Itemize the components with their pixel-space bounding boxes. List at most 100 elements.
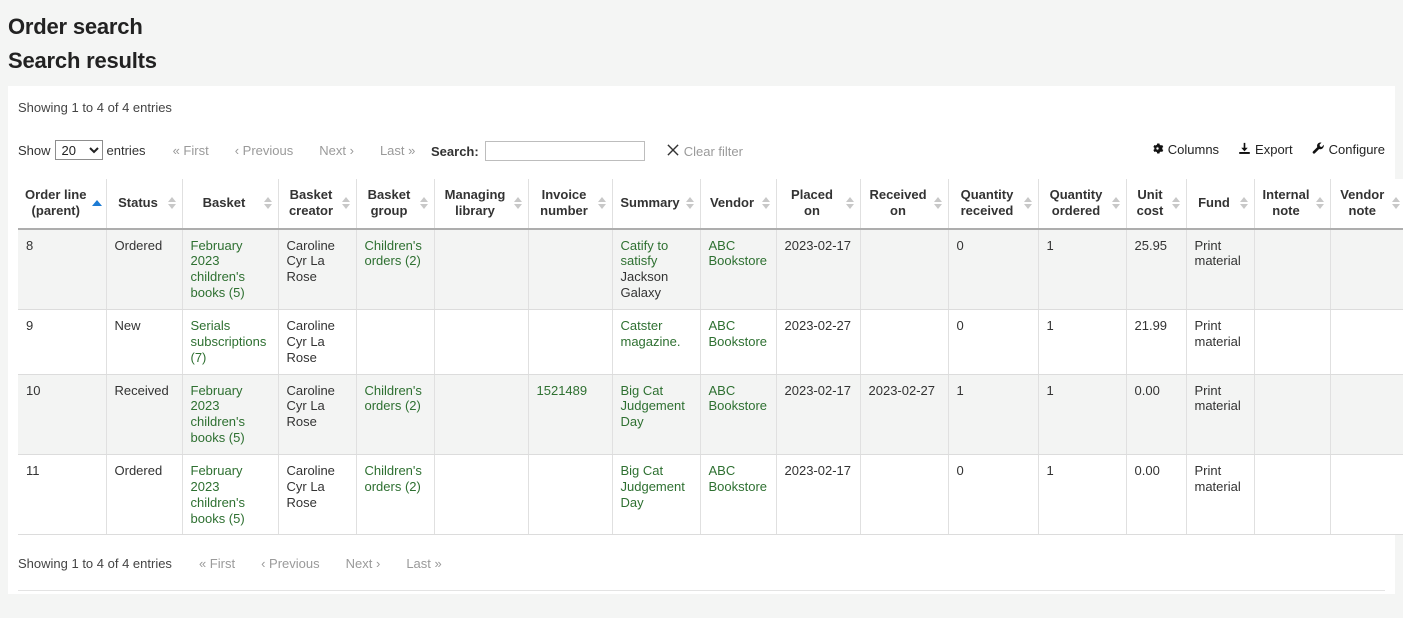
status-cell: New: [106, 309, 182, 374]
bottom-pager-next-button[interactable]: Next ›: [333, 554, 394, 573]
placed-on-cell: 2023-02-17: [776, 454, 860, 534]
column-header-label: Summary: [620, 195, 679, 210]
table-row[interactable]: 9NewSerials subscriptions (7)Caroline Cy…: [18, 309, 1403, 374]
order-search-page: Order search Search results Showing 1 to…: [0, 0, 1403, 618]
column-header-status[interactable]: Status: [106, 179, 182, 229]
basket-group-link[interactable]: Children's orders (2): [365, 238, 422, 269]
sort-icon[interactable]: [168, 196, 177, 210]
summary-author: Jackson Galaxy: [621, 269, 669, 300]
vendor-link[interactable]: ABC Bookstore: [709, 238, 768, 269]
table-row[interactable]: 11OrderedFebruary 2023 children's books …: [18, 454, 1403, 534]
sort-icon[interactable]: [1112, 196, 1121, 210]
column-header-basket-creator[interactable]: Basket creator: [278, 179, 356, 229]
sort-icon[interactable]: [1316, 196, 1325, 210]
column-header-basket[interactable]: Basket: [182, 179, 278, 229]
wrench-icon: [1312, 142, 1325, 157]
bottom-pager-previous-button[interactable]: ‹ Previous: [248, 554, 333, 573]
column-header-basket-group[interactable]: Basket group: [356, 179, 434, 229]
invoice-number-link[interactable]: 1521489: [537, 383, 588, 398]
vendor-note-cell: [1330, 229, 1403, 310]
quantity-ordered-cell: 1: [1038, 374, 1126, 454]
top-pager-previous-button[interactable]: ‹ Previous: [222, 141, 307, 160]
clear-filter-button[interactable]: Clear filter: [667, 144, 743, 159]
column-header-invoice-number[interactable]: Invoice number: [528, 179, 612, 229]
basket-group-link[interactable]: Children's orders (2): [365, 383, 422, 414]
bottom-pager-first-button[interactable]: « First: [186, 554, 248, 573]
vendor-cell: ABC Bookstore: [700, 454, 776, 534]
column-header-order-line-parent[interactable]: Order line (parent): [18, 179, 106, 229]
sort-icon[interactable]: [1240, 196, 1249, 210]
sort-icon[interactable]: [846, 196, 855, 210]
order-line-cell: 9: [18, 309, 106, 374]
sort-icon[interactable]: [1024, 196, 1033, 210]
basket-link[interactable]: February 2023 children's books (5): [191, 383, 246, 446]
column-header-label: Invoice number: [540, 187, 588, 218]
sort-icon[interactable]: [514, 196, 523, 210]
sort-icon[interactable]: [1392, 196, 1401, 210]
basket-group-link[interactable]: Children's orders (2): [365, 463, 422, 494]
managing-library-cell: [434, 229, 528, 310]
column-header-quantity-ordered[interactable]: Quantity ordered: [1038, 179, 1126, 229]
bottom-pager-last-button[interactable]: Last »: [393, 554, 454, 573]
placed-on-cell: 2023-02-17: [776, 229, 860, 310]
sort-icon[interactable]: [420, 196, 429, 210]
fund-cell: Print material: [1186, 229, 1254, 310]
column-header-internal-note[interactable]: Internal note: [1254, 179, 1330, 229]
top-pager-last-button[interactable]: Last »: [367, 141, 428, 160]
vendor-link[interactable]: ABC Bookstore: [709, 318, 768, 349]
column-header-label: Basket group: [368, 187, 411, 218]
summary-title-link[interactable]: Catify to satisfy: [621, 238, 669, 269]
columns-button[interactable]: Columns: [1151, 142, 1219, 157]
summary-title-link[interactable]: Big Cat Judgement Day: [621, 383, 685, 430]
export-button[interactable]: Export: [1238, 142, 1293, 157]
sort-icon[interactable]: [762, 196, 771, 210]
page-length-select[interactable]: 2050100All: [55, 140, 103, 160]
configure-button[interactable]: Configure: [1312, 142, 1385, 157]
column-header-quantity-received[interactable]: Quantity received: [948, 179, 1038, 229]
table-row[interactable]: 10ReceivedFebruary 2023 children's books…: [18, 374, 1403, 454]
bottom-pager-next-label: Next: [346, 556, 373, 571]
managing-library-cell: [434, 454, 528, 534]
table-row[interactable]: 8OrderedFebruary 2023 children's books (…: [18, 229, 1403, 310]
column-header-label: Internal note: [1263, 187, 1310, 218]
search-input[interactable]: [485, 141, 645, 161]
chevron-first-icon: «: [199, 556, 206, 571]
sort-icon[interactable]: [1172, 196, 1181, 210]
chevron-next-icon: ›: [376, 556, 380, 571]
sort-icon[interactable]: [598, 196, 607, 210]
column-header-unit-cost[interactable]: Unit cost: [1126, 179, 1186, 229]
sort-icon[interactable]: [934, 196, 943, 210]
summary-title-link[interactable]: Big Cat Judgement Day: [621, 463, 685, 510]
vendor-cell: ABC Bookstore: [700, 309, 776, 374]
column-header-vendor-note[interactable]: Vendor note: [1330, 179, 1403, 229]
placed-on-cell: 2023-02-27: [776, 309, 860, 374]
length-and-pagination: Show 2050100All entries « First‹ Previou…: [18, 140, 428, 160]
basket-link[interactable]: Serials subscriptions (7): [191, 318, 267, 365]
status-cell: Received: [106, 374, 182, 454]
basket-link[interactable]: February 2023 children's books (5): [191, 463, 246, 526]
basket-cell: February 2023 children's books (5): [182, 374, 278, 454]
column-header-vendor[interactable]: Vendor: [700, 179, 776, 229]
entries-info-top: Showing 1 to 4 of 4 entries: [8, 86, 1395, 115]
basket-cell: Serials subscriptions (7): [182, 309, 278, 374]
basket-link[interactable]: February 2023 children's books (5): [191, 238, 246, 301]
sort-ascending-icon[interactable]: [92, 196, 101, 210]
column-header-placed-on[interactable]: Placed on: [776, 179, 860, 229]
column-header-fund[interactable]: Fund: [1186, 179, 1254, 229]
top-pager-first-button[interactable]: « First: [160, 141, 222, 160]
summary-title-link[interactable]: Catster magazine.: [621, 318, 681, 349]
column-header-summary[interactable]: Summary: [612, 179, 700, 229]
chevron-previous-icon: ‹: [235, 143, 239, 158]
column-header-received-on[interactable]: Received on: [860, 179, 948, 229]
column-header-managing-library[interactable]: Managing library: [434, 179, 528, 229]
pagination-top: « First‹ PreviousNext ›Last »: [160, 141, 429, 160]
top-pager-next-button[interactable]: Next ›: [306, 141, 367, 160]
basket-creator-cell: Caroline Cyr La Rose: [278, 374, 356, 454]
vendor-link[interactable]: ABC Bookstore: [709, 463, 768, 494]
internal-note-cell: [1254, 374, 1330, 454]
vendor-link[interactable]: ABC Bookstore: [709, 383, 768, 414]
sort-icon[interactable]: [686, 196, 695, 210]
bottom-pager-first-label: First: [210, 556, 235, 571]
sort-icon[interactable]: [342, 196, 351, 210]
sort-icon[interactable]: [264, 196, 273, 210]
